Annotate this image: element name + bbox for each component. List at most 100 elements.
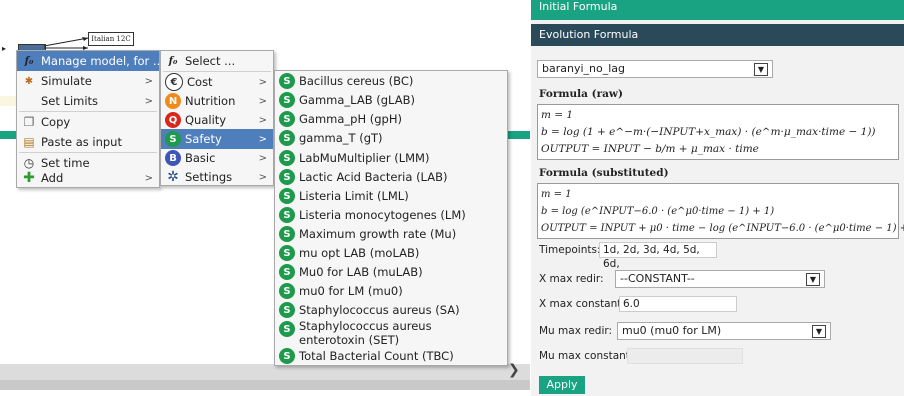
safety-item[interactable]: S LabMuMultiplier (LMM) xyxy=(275,148,507,168)
formula-line: b = log (e^INPUT−6.0 · (e^μ0·time − 1) +… xyxy=(541,206,775,217)
safety-icon: S xyxy=(279,283,295,299)
safety-icon: S xyxy=(279,188,295,204)
cost-icon: € xyxy=(165,73,183,91)
safety-item[interactable]: S Gamma_pH (gpH) xyxy=(275,109,507,129)
safety-item[interactable]: S Mu0 for LAB (muLAB) xyxy=(275,262,507,282)
menu-item-label: Safety xyxy=(185,132,222,146)
safety-item[interactable]: Sgamma_T (gT) xyxy=(275,128,507,148)
connector-arrows xyxy=(44,37,89,50)
quality-icon: Q xyxy=(165,112,181,128)
menu-item-paste-as-input[interactable]: ▤ Paste as input xyxy=(17,132,159,152)
safety-item-label: Staphylococcus aureus (SA) xyxy=(299,303,460,317)
menu-item-label: Basic xyxy=(185,151,216,165)
formula-line: OUTPUT = INPUT + μ0 · time − log (e^INPU… xyxy=(541,223,904,234)
basic-icon: B xyxy=(165,150,181,166)
context-menu-categories: f₀ Select ... € Cost > N Nutrition > Q Q… xyxy=(160,50,274,186)
timepoints-input[interactable]: 1d, 2d, 3d, 4d, 5d, 6d, xyxy=(599,242,717,270)
node-label[interactable]: Italian 12C xyxy=(88,32,134,46)
formula-line: m = 1 xyxy=(541,109,574,121)
safety-item[interactable]: S Staphylococcus aureus (SA) xyxy=(275,300,507,320)
menu-item-safety[interactable]: S Safety > xyxy=(161,129,273,149)
model-select[interactable]: baranyi_no_lag ▼ xyxy=(537,60,773,78)
evolution-formula-header[interactable]: Evolution Formula xyxy=(531,24,904,46)
mumax-constant-input[interactable] xyxy=(627,348,743,364)
safety-icon: S xyxy=(279,207,295,223)
safety-item-label: gamma_T (gT) xyxy=(299,131,383,145)
menu-item-add[interactable]: ✚ Add > xyxy=(17,170,159,186)
gear-icon: ✲ xyxy=(167,169,179,185)
safety-item[interactable]: S Gamma_LAB (gLAB) xyxy=(275,90,507,110)
menu-item-basic[interactable]: B Basic > xyxy=(161,148,273,168)
safety-icon: S xyxy=(279,321,295,337)
safety-item[interactable]: Smu opt LAB (moLAB) xyxy=(275,243,507,263)
menu-item-label: Manage model, for ... xyxy=(41,54,164,68)
safety-item[interactable]: S Total Bacterial Count (TBC) xyxy=(275,346,507,366)
menu-item-cost[interactable]: € Cost > xyxy=(161,72,273,92)
safety-icon: S xyxy=(279,130,295,146)
menu-item-manage-model[interactable]: f₀ Manage model, for ... xyxy=(17,51,164,71)
menu-item-quality[interactable]: Q Quality > xyxy=(161,110,273,130)
safety-item[interactable]: S Lactic Acid Bacteria (LAB) xyxy=(275,167,507,187)
menu-item-copy[interactable]: ❐ Copy xyxy=(17,112,159,132)
context-menu-main: f₀ Manage model, for ... ✱ Simulate > Se… xyxy=(16,50,164,188)
menu-item-simulate[interactable]: ✱ Simulate > xyxy=(17,71,159,91)
menu-item-label: Add xyxy=(41,171,64,185)
formula-line: m = 1 xyxy=(541,189,572,200)
blank-icon xyxy=(21,93,37,109)
horizontal-scrollbar[interactable] xyxy=(0,364,530,380)
safety-item[interactable]: S Staphylococcus aureus enterotoxin (SET) xyxy=(275,319,507,349)
safety-icon: S xyxy=(279,73,295,89)
menu-item-label: Set Limits xyxy=(41,94,99,108)
formula-raw-box: m = 1 b = log (1 + e^−m·(−INPUT+x_max) ·… xyxy=(537,104,899,160)
plus-icon: ✚ xyxy=(23,170,35,186)
menu-item-label: Simulate xyxy=(41,74,92,88)
xmax-constant-input[interactable]: 6.0 xyxy=(619,296,737,312)
safety-item-label: Listeria monocytogenes (LM) xyxy=(299,208,466,222)
chevron-down-icon: ▼ xyxy=(806,273,820,286)
menu-item-label: Nutrition xyxy=(185,94,236,108)
mumax-redir-value: mu0 (mu0 for LM) xyxy=(622,324,722,337)
safety-item-label: LabMuMultiplier (LMM) xyxy=(299,151,430,165)
safety-item-label: Staphylococcus aureus enterotoxin (SET) xyxy=(299,319,432,347)
fx-icon: f₀ xyxy=(168,55,178,67)
menu-item-label: Select ... xyxy=(185,54,236,68)
formula-line: b = log (1 + e^−m·(−INPUT+x_max) · (e^m·… xyxy=(541,126,876,138)
apply-button[interactable]: Apply xyxy=(539,376,585,394)
safety-item[interactable]: S Listeria monocytogenes (LM) xyxy=(275,205,507,225)
menu-item-set-limits[interactable]: Set Limits > xyxy=(17,91,159,111)
xmax-redir-select[interactable]: --CONSTANT-- ▼ xyxy=(615,270,825,288)
menu-item-label: Settings xyxy=(185,170,233,184)
safety-icon: S xyxy=(279,169,295,185)
canvas-footer-band xyxy=(0,380,530,390)
menu-item-label: Quality xyxy=(185,113,227,127)
safety-icon: S xyxy=(279,92,295,108)
submenu-arrow-icon: > xyxy=(144,95,153,107)
submenu-arrow-icon: > xyxy=(258,133,267,145)
scroll-right-icon[interactable]: ❯ xyxy=(508,362,520,378)
menu-item-label: Paste as input xyxy=(41,135,122,149)
menu-item-nutrition[interactable]: N Nutrition > xyxy=(161,91,273,111)
safety-item[interactable]: S Bacillus cereus (BC) xyxy=(275,71,507,91)
submenu-arrow-icon: > xyxy=(258,76,267,88)
safety-item-label: Gamma_LAB (gLAB) xyxy=(299,93,415,107)
menu-item-label: Cost xyxy=(187,75,213,89)
safety-item[interactable]: S Listeria Limit (LML) xyxy=(275,186,507,206)
mumax-redir-label: Mu max redir: xyxy=(539,325,613,337)
menu-item-select[interactable]: f₀ Select ... xyxy=(161,51,273,71)
safety-icon: S xyxy=(279,302,295,318)
xmax-constant-label: X max constant: xyxy=(539,298,625,310)
mumax-redir-select[interactable]: mu0 (mu0 for LM) ▼ xyxy=(617,322,831,340)
menu-item-settings[interactable]: ✲ Settings > xyxy=(161,167,273,187)
arrow-icon: ▸ xyxy=(2,44,7,53)
safety-item-label: Maximum growth rate (Mu) xyxy=(299,227,457,241)
safety-item[interactable]: Smu0 for LM (mu0) xyxy=(275,281,507,301)
safety-item[interactable]: S Maximum growth rate (Mu) xyxy=(275,224,507,244)
fx-icon: f₀ xyxy=(24,55,34,67)
initial-formula-header[interactable]: Initial Formula xyxy=(531,0,904,20)
submenu-arrow-icon: > xyxy=(144,75,153,87)
paste-icon: ▤ xyxy=(23,135,35,149)
safety-icon: S xyxy=(279,111,295,127)
safety-icon: S xyxy=(165,131,181,147)
model-select-value: baranyi_no_lag xyxy=(542,62,626,75)
formula-substituted-box: m = 1 b = log (e^INPUT−6.0 · (e^μ0·time … xyxy=(537,183,904,239)
